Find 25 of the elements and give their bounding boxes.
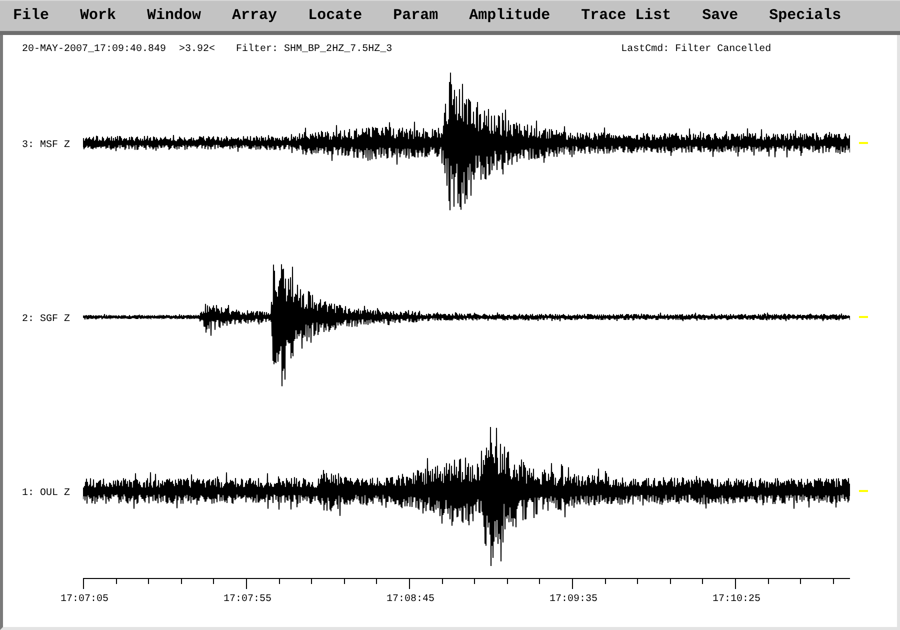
trace-label: 2: SGF Z bbox=[22, 314, 70, 325]
menu-item[interactable]: Work bbox=[80, 7, 116, 25]
menu-item[interactable]: Specials bbox=[769, 7, 842, 25]
value-readout: >3.92< bbox=[179, 44, 216, 56]
menu-item[interactable]: Window bbox=[147, 7, 202, 25]
time-tick-label: 17:08:45 bbox=[386, 594, 434, 606]
time-tick-label: 17:07:05 bbox=[60, 594, 108, 606]
menu-item[interactable]: Amplitude bbox=[469, 7, 550, 25]
time-tick-label: 17:10:25 bbox=[712, 594, 760, 606]
trace-label: 3: MSF Z bbox=[22, 140, 70, 151]
time-tick-label: 17:09:35 bbox=[549, 594, 598, 606]
dash-marker-icon bbox=[859, 490, 868, 492]
trace-label: 1: OUL Z bbox=[22, 488, 70, 499]
time-tick-label: 17:07:55 bbox=[223, 594, 272, 606]
filter-text: Filter: SHM_BP_2HZ_7.5HZ_3 bbox=[236, 44, 392, 56]
menu-item[interactable]: Array bbox=[232, 7, 278, 25]
timestamp-text: 20-MAY-2007_17:09:40.849 bbox=[22, 44, 166, 56]
menu-item[interactable]: Trace List bbox=[581, 7, 672, 25]
menu-item[interactable]: Save bbox=[702, 7, 738, 25]
dash-marker-icon bbox=[859, 142, 868, 144]
menu-item[interactable]: File bbox=[13, 7, 50, 25]
dash-marker-icon bbox=[859, 316, 868, 318]
menu-item[interactable]: Locate bbox=[308, 7, 362, 25]
menu-item[interactable]: Param bbox=[393, 7, 438, 25]
last-command-text: LastCmd: Filter Cancelled bbox=[621, 44, 772, 56]
